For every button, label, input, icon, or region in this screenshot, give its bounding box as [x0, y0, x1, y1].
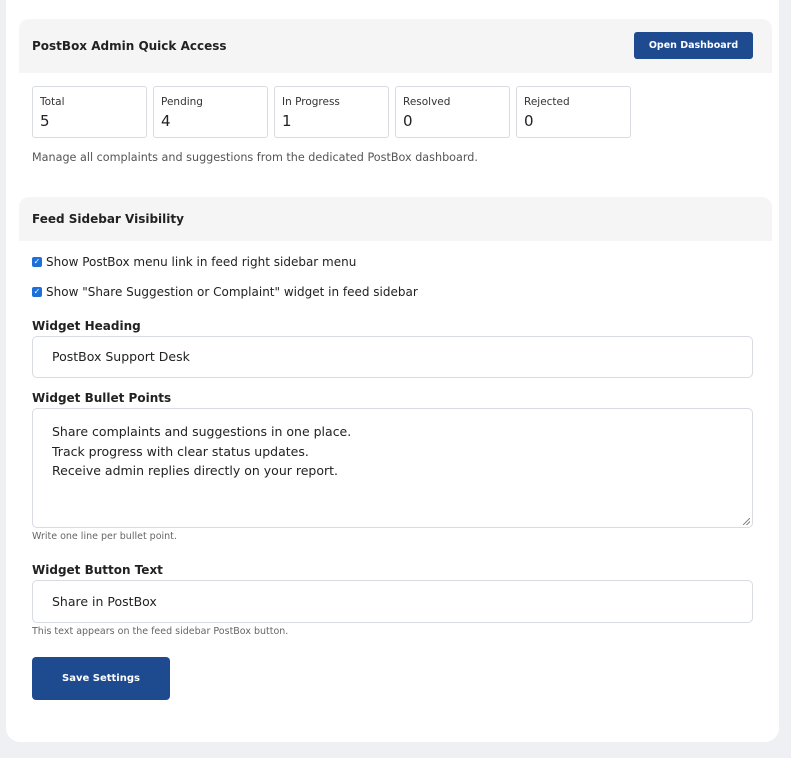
- stat-value: 5: [40, 112, 50, 130]
- button-text-label: Widget Button Text: [32, 563, 163, 577]
- menu-link-checkbox-row[interactable]: ✓ Show PostBox menu link in feed right s…: [32, 255, 356, 269]
- quick-access-header: PostBox Admin Quick Access Open Dashboar…: [19, 19, 772, 73]
- button-text-input[interactable]: Share in PostBox: [32, 580, 753, 623]
- bullet-line: Track progress with clear status updates…: [52, 443, 309, 459]
- bullet-points-help: Write one line per bullet point.: [32, 531, 177, 542]
- checkbox-label: Show PostBox menu link in feed right sid…: [46, 255, 357, 269]
- stat-in-progress: In Progress 1: [274, 86, 389, 138]
- stat-pending: Pending 4: [153, 86, 268, 138]
- widget-heading-input[interactable]: PostBox Support Desk: [32, 336, 753, 378]
- stat-rejected: Rejected 0: [516, 86, 631, 138]
- stat-label: Total: [40, 96, 65, 108]
- widget-checkbox[interactable]: ✓: [32, 287, 42, 297]
- bullet-line: Share complaints and suggestions in one …: [52, 424, 352, 439]
- button-text-help: This text appears on the feed sidebar Po…: [32, 626, 289, 637]
- stat-resolved: Resolved 0: [395, 86, 510, 138]
- sidebar-visibility-title: Feed Sidebar Visibility: [32, 212, 184, 226]
- stat-value: 0: [403, 112, 413, 130]
- stat-value: 4: [161, 112, 171, 130]
- bullet-points-textarea[interactable]: Share complaints and suggestions in one …: [32, 408, 753, 528]
- stat-label: In Progress: [282, 96, 340, 108]
- sidebar-visibility-header: Feed Sidebar Visibility: [19, 197, 772, 241]
- resize-handle-icon[interactable]: [743, 518, 750, 525]
- quick-access-title: PostBox Admin Quick Access: [32, 39, 227, 53]
- stat-label: Resolved: [403, 96, 451, 108]
- stat-label: Pending: [161, 96, 203, 108]
- settings-card: PostBox Admin Quick Access Open Dashboar…: [6, 0, 779, 742]
- stat-total: Total 5: [32, 86, 147, 138]
- menu-link-checkbox[interactable]: ✓: [32, 257, 42, 267]
- widget-checkbox-row[interactable]: ✓ Show "Share Suggestion or Complaint" w…: [32, 285, 418, 299]
- checkbox-label: Show "Share Suggestion or Complaint" wid…: [46, 285, 418, 299]
- stat-value: 1: [282, 112, 292, 130]
- stat-label: Rejected: [524, 96, 570, 108]
- open-dashboard-button[interactable]: Open Dashboard: [634, 32, 753, 59]
- bullet-points-label: Widget Bullet Points: [32, 391, 172, 405]
- quick-access-description: Manage all complaints and suggestions fr…: [32, 151, 478, 164]
- stat-value: 0: [524, 112, 534, 130]
- widget-heading-label: Widget Heading: [32, 319, 141, 333]
- bullet-line: Receive admin replies directly on your r…: [52, 463, 339, 478]
- save-settings-button[interactable]: Save Settings: [32, 657, 170, 700]
